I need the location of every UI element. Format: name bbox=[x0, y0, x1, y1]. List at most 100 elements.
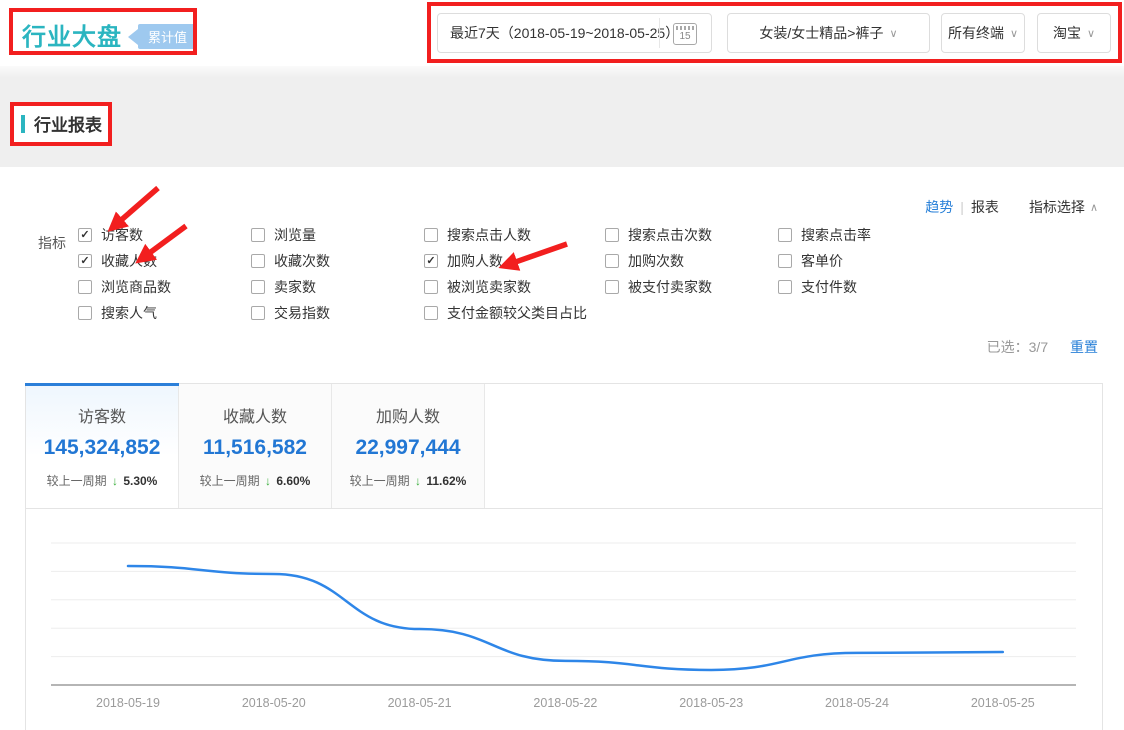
selected-count: 已选：3/7 bbox=[987, 339, 1048, 355]
metric-checkbox-item[interactable]: 卖家数 bbox=[251, 280, 330, 294]
svg-text:2018-05-19: 2018-05-19 bbox=[96, 696, 160, 710]
metric-select-toggle[interactable]: 指标选择 bbox=[1029, 197, 1085, 217]
metric-checkbox-label: 搜索人气 bbox=[101, 303, 157, 323]
reset-button[interactable]: 重置 bbox=[1070, 339, 1098, 355]
metric-checkbox-item[interactable]: 加购次数 bbox=[605, 254, 712, 268]
tab-title: 收藏人数 bbox=[179, 403, 331, 427]
metric-checkbox-label: 浏览商品数 bbox=[101, 277, 171, 297]
selection-summary-row: 已选：3/7 重置 bbox=[987, 337, 1098, 357]
badge-label: 累计值 bbox=[138, 24, 197, 49]
section-accent-bar bbox=[21, 115, 25, 133]
tab-value: 11,516,582 bbox=[179, 436, 331, 460]
metric-tab[interactable]: 加购人数 22,997,444 较上一周期 ↓ 11.62% bbox=[332, 384, 485, 508]
metric-checkbox-item[interactable]: 浏览量 bbox=[251, 228, 330, 242]
metric-checkbox-item[interactable]: 搜索人气 bbox=[78, 306, 171, 320]
calendar-icon[interactable]: 15 bbox=[673, 23, 697, 45]
checkbox[interactable] bbox=[778, 280, 792, 294]
brand: 行业大盘 累计值 bbox=[22, 17, 197, 52]
metric-checkbox-label: 访客数 bbox=[101, 225, 143, 245]
report-link[interactable]: 报表 bbox=[971, 197, 999, 217]
checkbox[interactable] bbox=[424, 280, 438, 294]
metric-checkbox-item[interactable]: 收藏次数 bbox=[251, 254, 330, 268]
metric-checkbox-label: 搜索点击次数 bbox=[628, 225, 712, 245]
category-selector[interactable]: 女装/女士精品>裤子 ∨ bbox=[727, 13, 930, 53]
metric-checkbox-item[interactable]: 被支付卖家数 bbox=[605, 280, 712, 294]
chevron-up-icon: ∧ bbox=[1090, 201, 1098, 214]
annotation-arrow-visitors bbox=[112, 188, 158, 228]
metric-checkbox-item[interactable]: 搜索点击人数 bbox=[424, 228, 587, 242]
checkbox[interactable] bbox=[251, 306, 265, 320]
metric-checkbox-item[interactable]: 支付金额较父类目占比 bbox=[424, 306, 587, 320]
metric-tab[interactable]: 收藏人数 11,516,582 较上一周期 ↓ 6.60% bbox=[179, 384, 332, 508]
change-value: 6.60% bbox=[276, 474, 310, 488]
checkbox[interactable] bbox=[78, 280, 92, 294]
metrics-column-4: 搜索点击次数 加购次数 被支付卖家数 bbox=[605, 228, 712, 306]
checkbox[interactable] bbox=[605, 254, 619, 268]
metric-checkbox-item[interactable]: 交易指数 bbox=[251, 306, 330, 320]
checkbox[interactable] bbox=[778, 228, 792, 242]
tabbar-filler bbox=[485, 384, 1102, 508]
page-title: 行业大盘 bbox=[22, 17, 122, 52]
section-title: 行业报表 bbox=[34, 111, 102, 136]
chevron-down-icon: ∨ bbox=[1010, 27, 1018, 40]
terminal-value: 所有终端 bbox=[948, 23, 1004, 43]
metric-checkbox-label: 支付金额较父类目占比 bbox=[447, 303, 587, 323]
tab-title: 访客数 bbox=[26, 403, 178, 427]
checkbox[interactable] bbox=[605, 228, 619, 242]
checkbox[interactable] bbox=[605, 280, 619, 294]
report-panel: 访客数 145,324,852 较上一周期 ↓ 5.30% 收藏人数 11,51… bbox=[25, 383, 1103, 730]
checkbox[interactable]: ✓ bbox=[78, 254, 92, 268]
checkbox[interactable] bbox=[424, 306, 438, 320]
metric-checkbox-label: 客单价 bbox=[801, 251, 843, 271]
metric-checkbox-item[interactable]: 支付件数 bbox=[778, 280, 871, 294]
down-arrow-icon: ↓ bbox=[112, 474, 118, 488]
trend-chart: 2018-05-192018-05-202018-05-212018-05-22… bbox=[26, 509, 1102, 730]
trend-link[interactable]: 趋势 bbox=[925, 197, 953, 217]
checkbox[interactable] bbox=[251, 254, 265, 268]
metric-checkbox-label: 搜索点击率 bbox=[801, 225, 871, 245]
tab-change: 较上一周期 ↓ 5.30% bbox=[26, 472, 178, 489]
cumulative-badge: 累计值 bbox=[128, 24, 197, 49]
top-bar: 行业大盘 累计值 最近7天（2018-05-19~2018-05-25） 15 … bbox=[0, 0, 1124, 66]
metric-checkbox-label: 收藏次数 bbox=[274, 251, 330, 271]
checkbox[interactable] bbox=[78, 306, 92, 320]
tab-change: 较上一周期 ↓ 11.62% bbox=[332, 472, 484, 489]
platform-selector[interactable]: 淘宝 ∨ bbox=[1037, 13, 1111, 53]
metric-checkbox-item[interactable]: ✓ 加购人数 bbox=[424, 254, 587, 268]
metric-checkbox-label: 浏览量 bbox=[274, 225, 316, 245]
page: 行业大盘 累计值 最近7天（2018-05-19~2018-05-25） 15 … bbox=[0, 0, 1124, 730]
tab-title: 加购人数 bbox=[332, 403, 484, 427]
terminal-selector[interactable]: 所有终端 ∨ bbox=[941, 13, 1025, 53]
chevron-down-icon: ∨ bbox=[890, 27, 898, 40]
metric-checkbox-label: 交易指数 bbox=[274, 303, 330, 323]
checkbox[interactable] bbox=[778, 254, 792, 268]
metrics-label: 指标 bbox=[38, 233, 66, 253]
metric-checkbox-item[interactable]: ✓ 收藏人数 bbox=[78, 254, 171, 268]
svg-text:2018-05-24: 2018-05-24 bbox=[825, 696, 889, 710]
metric-checkbox-item[interactable]: 搜索点击次数 bbox=[605, 228, 712, 242]
metric-checkbox-item[interactable]: ✓ 访客数 bbox=[78, 228, 171, 242]
checkbox[interactable]: ✓ bbox=[424, 254, 438, 268]
tab-value: 145,324,852 bbox=[26, 436, 178, 460]
section-divider-band bbox=[0, 66, 1124, 167]
checkbox[interactable]: ✓ bbox=[78, 228, 92, 242]
metric-checkbox-item[interactable]: 客单价 bbox=[778, 254, 871, 268]
metrics-column-2: 浏览量 收藏次数 卖家数 交易指数 bbox=[251, 228, 330, 332]
metric-tab[interactable]: 访客数 145,324,852 较上一周期 ↓ 5.30% bbox=[26, 384, 179, 508]
platform-value: 淘宝 bbox=[1053, 23, 1081, 43]
date-range-selector[interactable]: 最近7天（2018-05-19~2018-05-25） 15 bbox=[437, 13, 712, 53]
category-value: 女装/女士精品>裤子 bbox=[759, 23, 883, 43]
metric-checkbox-item[interactable]: 被浏览卖家数 bbox=[424, 280, 587, 294]
checkbox[interactable] bbox=[251, 280, 265, 294]
svg-text:2018-05-23: 2018-05-23 bbox=[679, 696, 743, 710]
view-links: 趋势 | 报表 指标选择 ∧ bbox=[925, 197, 1098, 217]
checkbox[interactable] bbox=[251, 228, 265, 242]
svg-text:2018-05-21: 2018-05-21 bbox=[388, 696, 452, 710]
metric-checkbox-label: 被浏览卖家数 bbox=[447, 277, 531, 297]
metric-checkbox-item[interactable]: 浏览商品数 bbox=[78, 280, 171, 294]
checkbox[interactable] bbox=[424, 228, 438, 242]
compare-label: 较上一周期 bbox=[47, 474, 110, 488]
down-arrow-icon: ↓ bbox=[265, 474, 271, 488]
date-range-value: 最近7天（2018-05-19~2018-05-25） bbox=[450, 23, 679, 43]
metric-checkbox-item[interactable]: 搜索点击率 bbox=[778, 228, 871, 242]
